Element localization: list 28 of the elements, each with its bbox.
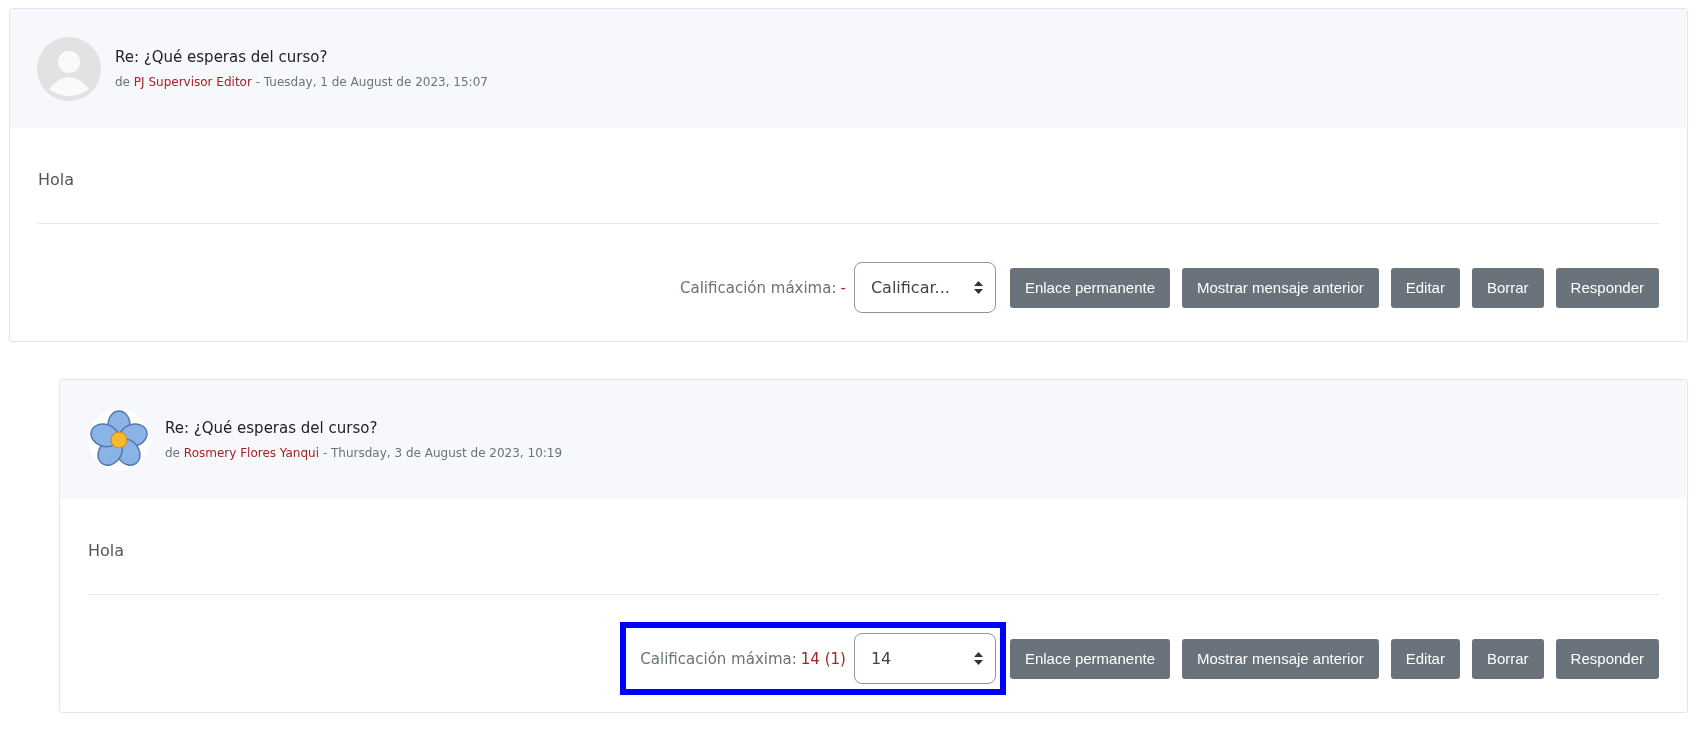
sort-caret-icon — [973, 281, 983, 294]
post-title: Re: ¿Qué esperas del curso? — [165, 419, 379, 437]
action-button[interactable]: Mostrar mensaje anterior — [1182, 638, 1379, 679]
avatar-icon — [37, 36, 101, 101]
author-link[interactable]: Rosmery Flores Yanqui — [183, 446, 320, 460]
rating-label: Calificación máxima: — [640, 649, 797, 668]
action-button[interactable]: Editar — [1390, 267, 1460, 308]
action-button[interactable]: Mostrar mensaje anterior — [1182, 267, 1379, 308]
sort-caret-icon — [973, 652, 983, 665]
action-button[interactable]: Enlace permanente — [1009, 267, 1170, 308]
post-byline: de PJ Supervisor Editor - Tuesday, 1 de August de 2023, 15:07 — [115, 75, 488, 89]
action-button[interactable]: Responder — [1555, 267, 1659, 308]
post-title: Re: ¿Qué esperas del curso? — [115, 48, 329, 66]
grade-select[interactable]: Calificar... — [853, 262, 996, 313]
rating-value: - — [840, 278, 846, 297]
rating-label: Calificación máxima: — [680, 278, 837, 297]
action-button[interactable]: Borrar — [1471, 267, 1544, 308]
action-button[interactable]: Responder — [1555, 638, 1659, 679]
grade-select[interactable]: 14 — [853, 633, 996, 684]
flower-icon — [87, 407, 151, 472]
post-byline: de Rosmery Flores Yanqui - Thursday, 3 de August de 2023, 10:19 — [165, 446, 563, 460]
action-button[interactable]: Borrar — [1471, 638, 1544, 679]
post-text: Hola — [88, 540, 126, 562]
post-text: Hola — [38, 169, 76, 191]
action-button[interactable]: Editar — [1390, 638, 1460, 679]
author-link[interactable]: PJ Supervisor Editor — [133, 75, 252, 89]
rating-value: 14 (1) — [800, 649, 846, 668]
action-button[interactable]: Enlace permanente — [1009, 638, 1170, 679]
